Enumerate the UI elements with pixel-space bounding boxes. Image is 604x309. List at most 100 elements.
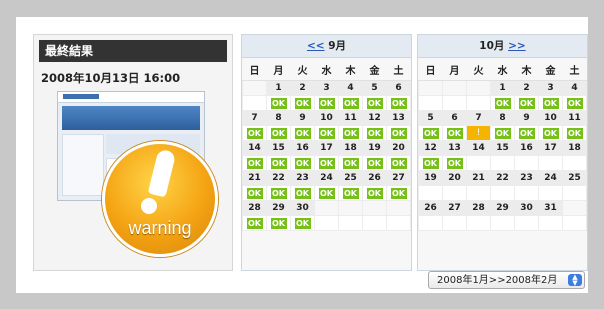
- day-cell[interactable]: 2: [514, 80, 539, 96]
- status-cell[interactable]: OK: [562, 95, 587, 111]
- day-cell[interactable]: 4: [562, 80, 587, 96]
- ok-badge[interactable]: OK: [390, 187, 407, 199]
- day-cell[interactable]: 3: [314, 80, 339, 96]
- day-cell[interactable]: 6: [442, 110, 467, 126]
- status-cell[interactable]: OK: [362, 155, 387, 171]
- status-cell[interactable]: OK: [418, 125, 443, 141]
- day-cell[interactable]: 25: [562, 170, 587, 186]
- day-cell[interactable]: 8: [266, 110, 291, 126]
- status-cell[interactable]: OK: [242, 155, 267, 171]
- day-cell[interactable]: 15: [490, 140, 515, 156]
- day-cell[interactable]: 14: [466, 140, 491, 156]
- ok-badge[interactable]: OK: [294, 157, 311, 169]
- ok-badge[interactable]: OK: [366, 157, 383, 169]
- ok-badge[interactable]: OK: [246, 127, 263, 139]
- ok-badge[interactable]: OK: [446, 157, 463, 169]
- ok-badge[interactable]: OK: [390, 127, 407, 139]
- day-cell[interactable]: 30: [514, 200, 539, 216]
- day-cell[interactable]: 7: [466, 110, 491, 126]
- ok-badge[interactable]: OK: [318, 97, 335, 109]
- day-cell[interactable]: 12: [362, 110, 387, 126]
- day-cell[interactable]: 24: [538, 170, 563, 186]
- ok-badge[interactable]: OK: [494, 127, 511, 139]
- ok-badge[interactable]: OK: [390, 157, 407, 169]
- ok-badge[interactable]: OK: [318, 187, 335, 199]
- day-cell[interactable]: 5: [418, 110, 443, 126]
- day-cell[interactable]: 27: [386, 170, 411, 186]
- day-cell[interactable]: 9: [290, 110, 315, 126]
- day-cell[interactable]: 8: [490, 110, 515, 126]
- day-cell[interactable]: 31: [538, 200, 563, 216]
- status-cell[interactable]: OK: [442, 125, 467, 141]
- ok-badge[interactable]: OK: [566, 97, 583, 109]
- ok-badge[interactable]: OK: [390, 97, 407, 109]
- day-cell[interactable]: 10: [538, 110, 563, 126]
- day-cell[interactable]: 11: [562, 110, 587, 126]
- status-cell[interactable]: OK: [538, 125, 563, 141]
- day-cell[interactable]: 16: [514, 140, 539, 156]
- ok-badge[interactable]: OK: [566, 127, 583, 139]
- status-cell[interactable]: OK: [266, 215, 291, 231]
- day-cell[interactable]: 2: [290, 80, 315, 96]
- status-cell[interactable]: OK: [562, 125, 587, 141]
- date-range-select[interactable]: 2008年1月>>2008年2月 ▲ ▼: [428, 271, 585, 289]
- status-cell[interactable]: OK: [362, 125, 387, 141]
- status-cell[interactable]: OK: [362, 95, 387, 111]
- day-cell[interactable]: 1: [266, 80, 291, 96]
- status-cell[interactable]: OK: [442, 155, 467, 171]
- status-cell[interactable]: OK: [242, 215, 267, 231]
- ok-badge[interactable]: OK: [294, 97, 311, 109]
- status-cell[interactable]: OK: [242, 125, 267, 141]
- ok-badge[interactable]: OK: [518, 97, 535, 109]
- day-cell[interactable]: 5: [362, 80, 387, 96]
- day-cell[interactable]: 29: [490, 200, 515, 216]
- day-cell[interactable]: 28: [466, 200, 491, 216]
- day-cell[interactable]: 25: [338, 170, 363, 186]
- day-cell[interactable]: 12: [418, 140, 443, 156]
- day-cell[interactable]: 19: [362, 140, 387, 156]
- ok-badge[interactable]: OK: [342, 97, 359, 109]
- day-cell[interactable]: 14: [242, 140, 267, 156]
- ok-badge[interactable]: OK: [318, 157, 335, 169]
- ok-badge[interactable]: OK: [446, 127, 463, 139]
- status-cell[interactable]: OK: [290, 185, 315, 201]
- day-cell[interactable]: 26: [418, 200, 443, 216]
- ok-badge[interactable]: OK: [518, 127, 535, 139]
- day-cell[interactable]: 10: [314, 110, 339, 126]
- day-cell[interactable]: 28: [242, 200, 267, 216]
- ok-badge[interactable]: OK: [270, 187, 287, 199]
- ok-badge[interactable]: OK: [366, 127, 383, 139]
- day-cell[interactable]: 20: [442, 170, 467, 186]
- day-cell[interactable]: 27: [442, 200, 467, 216]
- day-cell[interactable]: 7: [242, 110, 267, 126]
- day-cell[interactable]: 19: [418, 170, 443, 186]
- day-cell[interactable]: 21: [466, 170, 491, 186]
- ok-badge[interactable]: OK: [246, 217, 263, 229]
- day-cell[interactable]: 3: [538, 80, 563, 96]
- ok-badge[interactable]: OK: [542, 127, 559, 139]
- ok-badge[interactable]: OK: [542, 97, 559, 109]
- day-cell[interactable]: 23: [290, 170, 315, 186]
- warning-status-cell[interactable]: !: [466, 125, 491, 141]
- status-cell[interactable]: OK: [386, 125, 411, 141]
- ok-badge[interactable]: OK: [342, 187, 359, 199]
- ok-badge[interactable]: OK: [270, 97, 287, 109]
- status-cell[interactable]: OK: [338, 155, 363, 171]
- status-cell[interactable]: OK: [266, 155, 291, 171]
- status-cell[interactable]: OK: [314, 185, 339, 201]
- ok-badge[interactable]: OK: [342, 157, 359, 169]
- day-cell[interactable]: 17: [314, 140, 339, 156]
- status-cell[interactable]: OK: [386, 95, 411, 111]
- day-cell[interactable]: 21: [242, 170, 267, 186]
- status-cell[interactable]: OK: [538, 95, 563, 111]
- status-cell[interactable]: OK: [266, 125, 291, 141]
- prev-month-link[interactable]: <<: [307, 40, 325, 52]
- day-cell[interactable]: 11: [338, 110, 363, 126]
- status-cell[interactable]: OK: [490, 125, 515, 141]
- status-cell[interactable]: OK: [338, 95, 363, 111]
- ok-badge[interactable]: OK: [294, 217, 311, 229]
- status-cell[interactable]: OK: [338, 125, 363, 141]
- status-cell[interactable]: OK: [290, 215, 315, 231]
- day-cell[interactable]: 29: [266, 200, 291, 216]
- ok-badge[interactable]: OK: [294, 187, 311, 199]
